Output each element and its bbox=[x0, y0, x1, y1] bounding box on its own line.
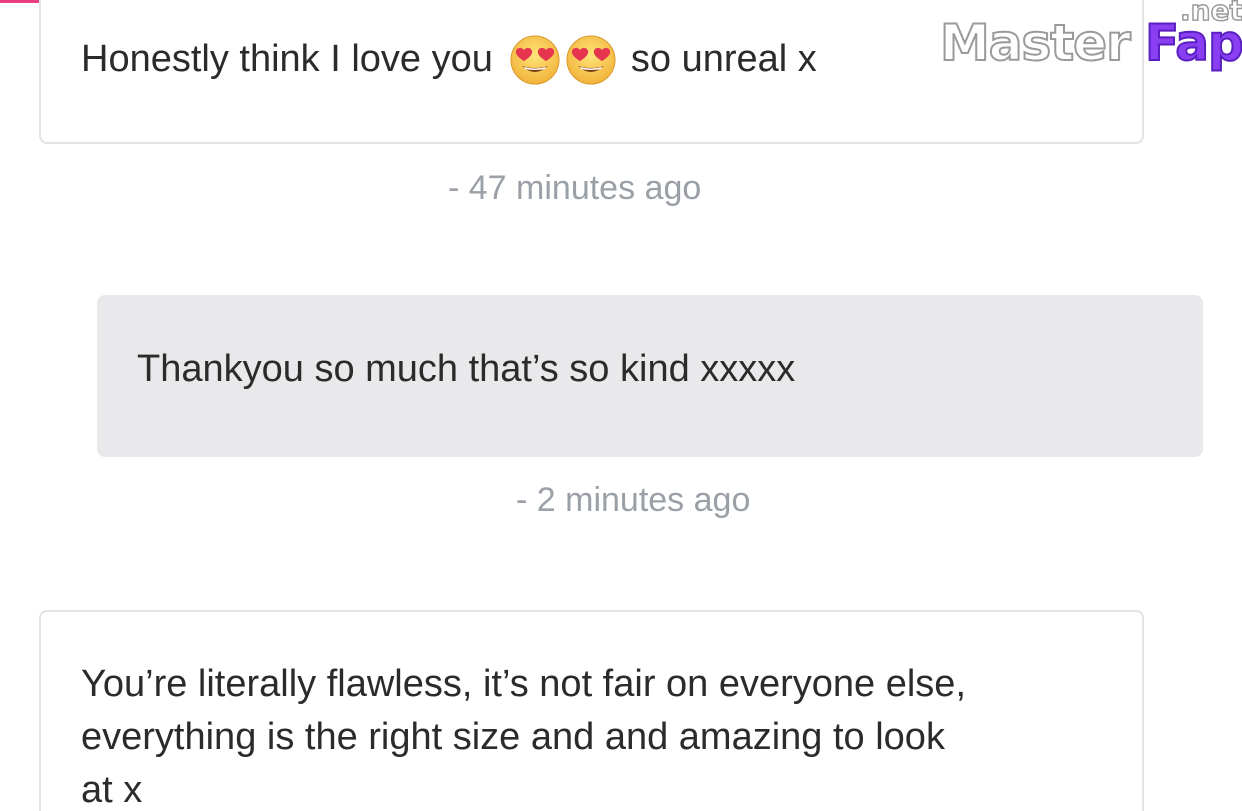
message-timestamp: - 47 minutes ago bbox=[448, 169, 702, 207]
watermark-text-net: .net bbox=[1179, 0, 1242, 28]
watermark-logo: Master Fap .net bbox=[939, 0, 1242, 82]
message-text-line: You’re literally flawless, it’s not fair… bbox=[81, 663, 967, 705]
watermark-text-master: Master bbox=[939, 13, 1132, 73]
message-text-after: so unreal x bbox=[630, 38, 817, 80]
message-timestamp: - 2 minutes ago bbox=[516, 481, 751, 519]
message-text-line: at x bbox=[81, 769, 143, 811]
message-text: Thankyou so much that’s so kind xxxxx bbox=[137, 348, 796, 390]
message-bubble-incoming[interactable]: You’re literally flawless, it’s not fair… bbox=[39, 610, 1144, 811]
chat-screen: Honestly think I love you so unreal x - … bbox=[0, 0, 1242, 811]
heart-eyes-emoji-icon bbox=[510, 35, 560, 84]
message-bubble-outgoing[interactable]: Thankyou so much that’s so kind xxxxx bbox=[97, 295, 1203, 457]
message-text-before: Honestly think I love you bbox=[81, 38, 493, 80]
heart-eyes-emoji-icon bbox=[566, 35, 616, 84]
emoji-group bbox=[509, 34, 617, 86]
message-text-line: everything is the right size and and ama… bbox=[81, 716, 945, 758]
